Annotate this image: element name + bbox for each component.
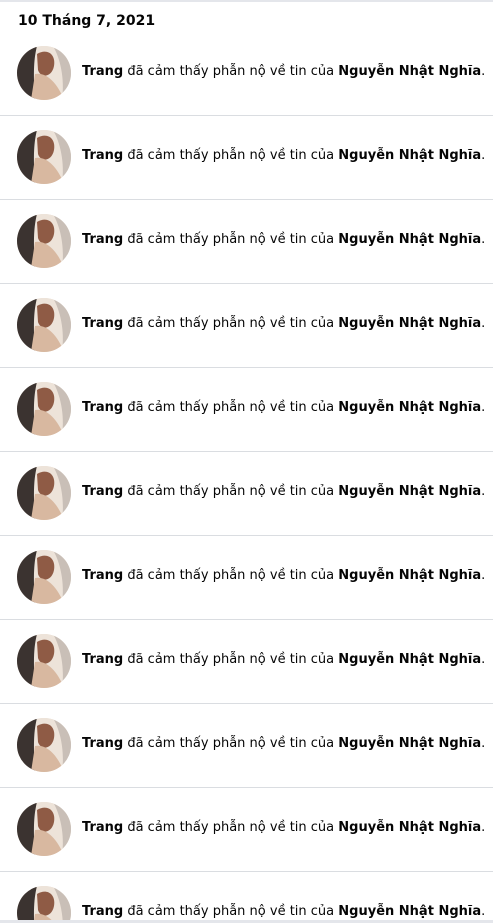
avatar[interactable] [17, 802, 71, 856]
notification-item[interactable]: Trang đã cảm thấy phẫn nộ về tin của Ngu… [0, 704, 493, 788]
actor-name[interactable]: Trang [82, 820, 123, 835]
actor-name[interactable]: Trang [82, 64, 123, 79]
notification-item[interactable]: Trang đã cảm thấy phẫn nộ về tin của Ngu… [0, 536, 493, 620]
target-name[interactable]: Nguyễn Nhật Nghĩa [338, 736, 481, 751]
sentence-end: . [481, 568, 486, 583]
avatar[interactable] [17, 46, 71, 100]
action-text: đã cảm thấy phẫn nộ về tin của [127, 232, 335, 247]
notification-item[interactable]: Trang đã cảm thấy phẫn nộ về tin của Ngu… [0, 620, 493, 704]
sentence-end: . [481, 148, 486, 163]
notification-text: Trang đã cảm thấy phẫn nộ về tin của Ngu… [82, 315, 485, 333]
sentence-end: . [481, 400, 486, 415]
avatar[interactable] [17, 550, 71, 604]
notification-text: Trang đã cảm thấy phẫn nộ về tin của Ngu… [82, 63, 485, 81]
notification-text: Trang đã cảm thấy phẫn nộ về tin của Ngu… [82, 735, 485, 753]
action-text: đã cảm thấy phẫn nộ về tin của [127, 568, 335, 583]
sentence-end: . [481, 820, 486, 835]
notification-text: Trang đã cảm thấy phẫn nộ về tin của Ngu… [82, 651, 485, 669]
notifications-page: 10 Tháng 7, 2021 Trang đã cảm thấy phẫn … [0, 0, 493, 923]
target-name[interactable]: Nguyễn Nhật Nghĩa [338, 904, 481, 919]
avatar[interactable] [17, 382, 71, 436]
notification-item[interactable]: Trang đã cảm thấy phẫn nộ về tin của Ngu… [0, 452, 493, 536]
sentence-end: . [481, 652, 486, 667]
date-heading: 10 Tháng 7, 2021 [18, 13, 156, 29]
target-name[interactable]: Nguyễn Nhật Nghĩa [338, 820, 481, 835]
actor-name[interactable]: Trang [82, 316, 123, 331]
action-text: đã cảm thấy phẫn nộ về tin của [127, 316, 335, 331]
sentence-end: . [481, 904, 486, 919]
actor-name[interactable]: Trang [82, 400, 123, 415]
avatar[interactable] [17, 718, 71, 772]
action-text: đã cảm thấy phẫn nộ về tin của [127, 904, 335, 919]
actor-name[interactable]: Trang [82, 232, 123, 247]
notification-item[interactable]: Trang đã cảm thấy phẫn nộ về tin của Ngu… [0, 284, 493, 368]
avatar[interactable] [17, 298, 71, 352]
target-name[interactable]: Nguyễn Nhật Nghĩa [338, 64, 481, 79]
actor-name[interactable]: Trang [82, 652, 123, 667]
notification-text: Trang đã cảm thấy phẫn nộ về tin của Ngu… [82, 819, 485, 837]
target-name[interactable]: Nguyễn Nhật Nghĩa [338, 484, 481, 499]
action-text: đã cảm thấy phẫn nộ về tin của [127, 64, 335, 79]
notification-text: Trang đã cảm thấy phẫn nộ về tin của Ngu… [82, 147, 485, 165]
notification-list: Trang đã cảm thấy phẫn nộ về tin của Ngu… [0, 32, 493, 923]
actor-name[interactable]: Trang [82, 568, 123, 583]
target-name[interactable]: Nguyễn Nhật Nghĩa [338, 316, 481, 331]
target-name[interactable]: Nguyễn Nhật Nghĩa [338, 400, 481, 415]
sentence-end: . [481, 316, 486, 331]
target-name[interactable]: Nguyễn Nhật Nghĩa [338, 232, 481, 247]
actor-name[interactable]: Trang [82, 904, 123, 919]
action-text: đã cảm thấy phẫn nộ về tin của [127, 736, 335, 751]
sentence-end: . [481, 232, 486, 247]
action-text: đã cảm thấy phẫn nộ về tin của [127, 820, 335, 835]
action-text: đã cảm thấy phẫn nộ về tin của [127, 400, 335, 415]
avatar[interactable] [17, 466, 71, 520]
target-name[interactable]: Nguyễn Nhật Nghĩa [338, 568, 481, 583]
action-text: đã cảm thấy phẫn nộ về tin của [127, 652, 335, 667]
sentence-end: . [481, 736, 486, 751]
actor-name[interactable]: Trang [82, 484, 123, 499]
sentence-end: . [481, 484, 486, 499]
actor-name[interactable]: Trang [82, 736, 123, 751]
notification-item[interactable]: Trang đã cảm thấy phẫn nộ về tin của Ngu… [0, 788, 493, 872]
avatar[interactable] [17, 130, 71, 184]
notification-text: Trang đã cảm thấy phẫn nộ về tin của Ngu… [82, 483, 485, 501]
action-text: đã cảm thấy phẫn nộ về tin của [127, 484, 335, 499]
notification-item[interactable]: Trang đã cảm thấy phẫn nộ về tin của Ngu… [0, 872, 493, 923]
notification-text: Trang đã cảm thấy phẫn nộ về tin của Ngu… [82, 399, 485, 417]
notification-item[interactable]: Trang đã cảm thấy phẫn nộ về tin của Ngu… [0, 368, 493, 452]
notification-text: Trang đã cảm thấy phẫn nộ về tin của Ngu… [82, 567, 485, 585]
notification-text: Trang đã cảm thấy phẫn nộ về tin của Ngu… [82, 903, 485, 921]
target-name[interactable]: Nguyễn Nhật Nghĩa [338, 148, 481, 163]
notification-item[interactable]: Trang đã cảm thấy phẫn nộ về tin của Ngu… [0, 200, 493, 284]
avatar[interactable] [17, 214, 71, 268]
notification-text: Trang đã cảm thấy phẫn nộ về tin của Ngu… [82, 231, 485, 249]
action-text: đã cảm thấy phẫn nộ về tin của [127, 148, 335, 163]
notification-item[interactable]: Trang đã cảm thấy phẫn nộ về tin của Ngu… [0, 116, 493, 200]
avatar[interactable] [17, 886, 71, 923]
avatar[interactable] [17, 634, 71, 688]
target-name[interactable]: Nguyễn Nhật Nghĩa [338, 652, 481, 667]
actor-name[interactable]: Trang [82, 148, 123, 163]
notification-item[interactable]: Trang đã cảm thấy phẫn nộ về tin của Ngu… [0, 32, 493, 116]
sentence-end: . [481, 64, 486, 79]
